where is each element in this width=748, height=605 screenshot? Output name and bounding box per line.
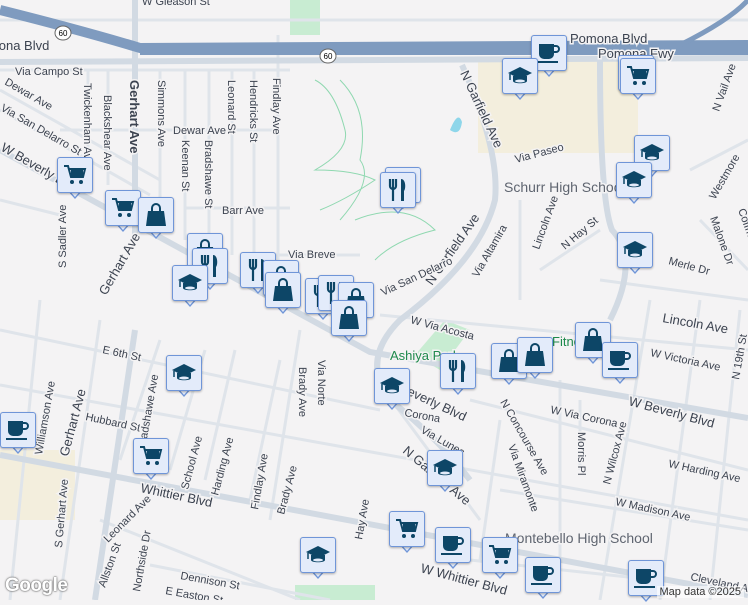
bag-icon xyxy=(138,197,174,233)
street-label-simmons: Simmons Ave xyxy=(155,80,167,147)
school-marker[interactable] xyxy=(502,58,538,102)
street-label-hay-ave: Hay Ave xyxy=(353,498,372,540)
bag-marker[interactable] xyxy=(265,272,301,316)
cart-marker[interactable] xyxy=(620,58,656,102)
street-label-via-norte: Via Norte xyxy=(315,360,327,406)
cart-marker[interactable] xyxy=(389,511,425,555)
street-label-gerhart-mid: Gerhart Ave xyxy=(96,230,144,297)
cart-icon xyxy=(389,511,425,547)
google-logo: Google xyxy=(5,575,68,596)
bag-marker[interactable] xyxy=(331,300,367,344)
street-label-w-madison: W Madison Ave xyxy=(614,496,691,524)
cart-icon xyxy=(57,157,93,193)
school-icon xyxy=(502,58,538,94)
school-icon xyxy=(427,450,463,486)
street-label-pomona-blvd-w: Pomona Blvd xyxy=(0,38,49,53)
school-marker[interactable] xyxy=(166,355,202,399)
coffee-marker[interactable] xyxy=(602,342,638,386)
coffee-icon xyxy=(0,412,36,448)
street-label-findlay-low: Findlay Ave xyxy=(249,453,271,511)
street-label-lincoln-ave-v: Lincoln Ave xyxy=(531,194,561,251)
school-marker[interactable] xyxy=(300,537,336,581)
street-label-e-6th: E 6th St xyxy=(101,344,142,364)
street-label-w-victoria: W Victoria Ave xyxy=(649,347,721,374)
street-label-coffman: Coffman Dr xyxy=(735,207,748,264)
street-label-whittier-w: Whittier Blvd xyxy=(139,480,213,510)
street-label-blackshear: Blackshear Ave xyxy=(101,95,113,171)
street-label-pomona-blvd-e: Pomona Blvd xyxy=(570,31,647,46)
street-label-leonard: Leonard St xyxy=(225,80,237,134)
street-label-hendricks: Hendricks St xyxy=(247,80,259,142)
cart-icon xyxy=(482,537,518,573)
street-label-northside: Northside Dr xyxy=(131,529,154,592)
street-label-dewar: Dewar Ave xyxy=(173,125,226,137)
bag-marker[interactable] xyxy=(138,197,174,241)
svg-text:60: 60 xyxy=(324,52,333,61)
street-label-brady-mid: Brady Ave xyxy=(296,367,308,417)
school-icon xyxy=(300,537,336,573)
street-label-twickenham: Twickenham Ave xyxy=(81,83,93,165)
street-label-via-san-delarro: Via San Delarro xyxy=(379,255,454,299)
school-icon xyxy=(172,265,208,301)
restaurant-icon xyxy=(440,353,476,389)
hwy-60-shield-west: 60 xyxy=(54,25,72,41)
bag-icon xyxy=(331,300,367,336)
restaurant-marker[interactable] xyxy=(440,353,476,397)
school-marker[interactable] xyxy=(427,450,463,494)
street-label-bradshawe: Bradshawe St xyxy=(202,140,214,208)
street-label-via-altamira: Via Altamira xyxy=(470,222,510,279)
school-marker[interactable] xyxy=(617,232,653,276)
bag-icon xyxy=(517,337,553,373)
cart-marker[interactable] xyxy=(482,537,518,581)
cart-marker[interactable] xyxy=(57,157,93,201)
coffee-marker[interactable] xyxy=(0,412,36,456)
pond xyxy=(450,117,462,133)
school-icon xyxy=(617,232,653,268)
coffee-icon xyxy=(435,527,471,563)
street-label-barr: Barr Ave xyxy=(222,205,264,217)
street-label-n-19th: N 19th St xyxy=(730,333,748,380)
school-marker[interactable] xyxy=(374,368,410,412)
park-area-south xyxy=(295,585,375,600)
coffee-icon xyxy=(602,342,638,378)
map-canvas[interactable]: 60 60 Pomona Blvd W Gleason St Via Campo S… xyxy=(0,0,748,605)
park-area xyxy=(290,0,320,35)
school-icon xyxy=(616,162,652,198)
cart-icon xyxy=(620,58,656,94)
restaurant-icon xyxy=(380,172,416,208)
street-label-s-sadler: S Sadler Ave xyxy=(57,205,69,268)
school-icon xyxy=(166,355,202,391)
cart-icon xyxy=(133,438,169,474)
bag-icon xyxy=(265,272,301,308)
map-attribution[interactable]: Map data ©2025 xyxy=(656,586,744,598)
cart-marker[interactable] xyxy=(133,438,169,482)
school-marker[interactable] xyxy=(616,162,652,206)
svg-text:60: 60 xyxy=(59,29,68,38)
coffee-marker[interactable] xyxy=(525,557,561,601)
street-label-malone: Malone Dr xyxy=(707,215,736,267)
street-label-n-vail: N Vail Ave xyxy=(711,62,739,113)
street-label-w-gleason: W Gleason St xyxy=(142,0,210,8)
street-label-merle: Merle Dr xyxy=(667,255,711,278)
street-label-gerhart-top: Gerhart Ave xyxy=(127,80,142,153)
coffee-marker[interactable] xyxy=(435,527,471,571)
street-label-via-campo: Via Campo St xyxy=(15,66,83,78)
coffee-icon xyxy=(525,557,561,593)
restaurant-marker[interactable] xyxy=(380,172,416,216)
street-label-w-beverly-e: W Beverly Blvd xyxy=(627,393,716,430)
street-label-morris: Morris Pl xyxy=(575,432,587,475)
street-label-school-ave: School Ave xyxy=(179,435,205,491)
cart-marker[interactable] xyxy=(105,190,141,234)
hwy-60-shield-east: 60 xyxy=(319,48,337,64)
street-label-schurr: Schurr High School xyxy=(504,179,625,195)
street-label-montebello-hs: Montebello High School xyxy=(505,530,653,546)
street-label-keenan: Keenan St xyxy=(179,140,191,191)
cart-icon xyxy=(105,190,141,226)
street-label-w-harding: W Harding Ave xyxy=(667,458,741,485)
school-marker[interactable] xyxy=(172,265,208,309)
street-label-hubbard: Hubbard St xyxy=(84,411,141,434)
bag-marker[interactable] xyxy=(517,337,553,381)
street-label-findlay-top: Findlay Ave xyxy=(270,78,282,135)
school-icon xyxy=(374,368,410,404)
